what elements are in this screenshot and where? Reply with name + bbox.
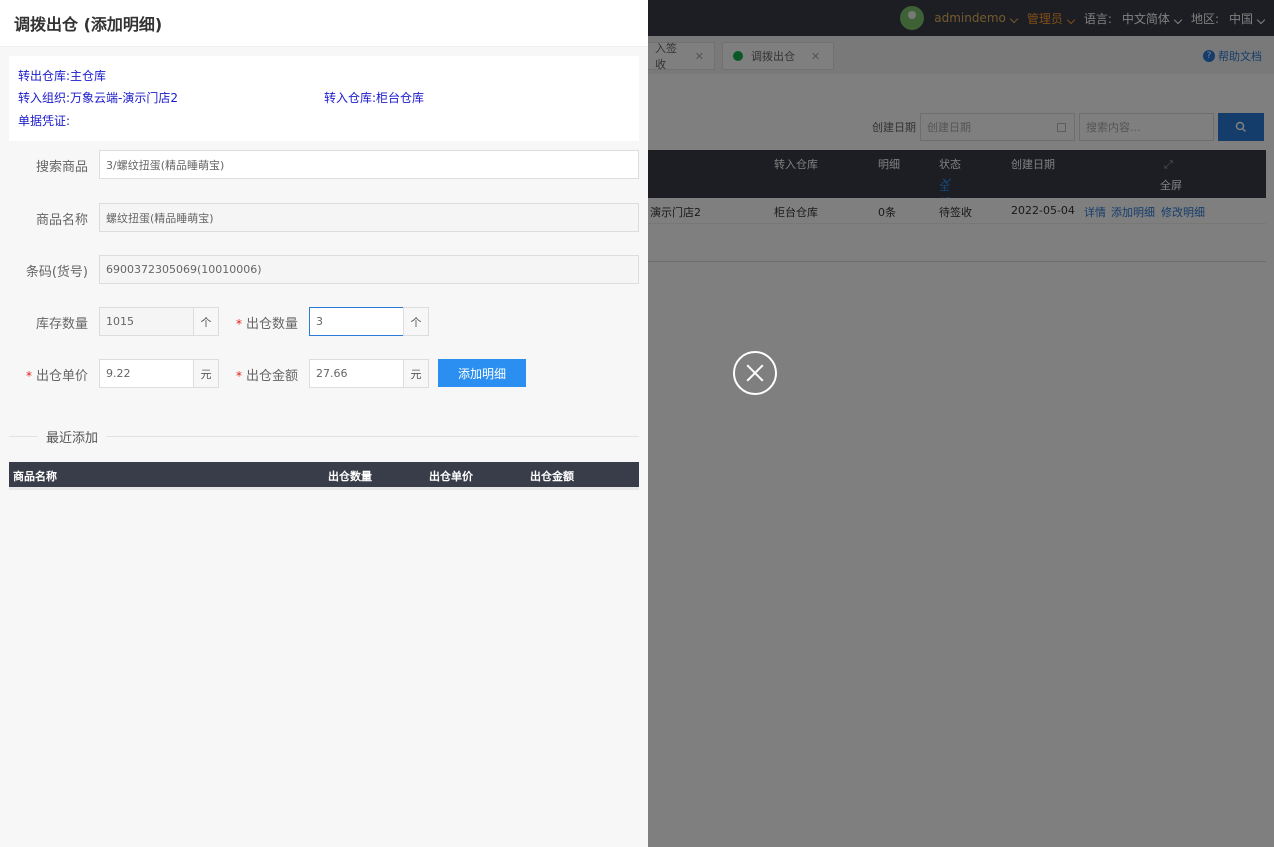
recent-table-body bbox=[9, 487, 639, 490]
stock-unit: 个 bbox=[193, 307, 219, 336]
required-mark: * bbox=[235, 317, 242, 331]
recent-title: 最近添加 bbox=[38, 427, 107, 446]
out-qty-unit: 个 bbox=[403, 307, 429, 336]
barcode-field: 6900372305069(10010006) bbox=[99, 255, 639, 284]
search-product-label: 搜索商品 bbox=[35, 160, 88, 175]
drawer-title: 调拨出仓 (添加明细) bbox=[0, 0, 648, 47]
to-warehouse-text: 转入仓库:柜台仓库 bbox=[324, 91, 425, 105]
barcode-value: 6900372305069(10010006) bbox=[106, 263, 262, 276]
out-amount-value: 27.66 bbox=[316, 367, 348, 380]
to-org-text: 转入组织:万象云端-演示门店2 bbox=[18, 91, 179, 105]
out-qty-label: * 出仓数量 bbox=[228, 313, 298, 332]
out-price-unit: 元 bbox=[193, 359, 219, 388]
col-out-price: 出仓单价 bbox=[429, 470, 473, 483]
recent-table-header: 商品名称 出仓数量 出仓单价 出仓金额 bbox=[9, 462, 639, 487]
out-price-value: 9.22 bbox=[106, 367, 131, 380]
out-amount-input[interactable]: 27.66 bbox=[309, 359, 404, 388]
out-amount-label: * 出仓金额 bbox=[228, 365, 298, 384]
voucher-text: 单据凭证: bbox=[18, 114, 71, 128]
col-product-name: 商品名称 bbox=[13, 470, 57, 483]
product-name-value: 螺纹扭蛋(精品睡萌宝) bbox=[106, 211, 214, 225]
search-product-value: 3/螺纹扭蛋(精品睡萌宝) bbox=[106, 158, 225, 172]
out-qty-label-text: 出仓数量 bbox=[245, 317, 298, 332]
out-price-input[interactable]: 9.22 bbox=[99, 359, 194, 388]
transfer-info-panel: 转出仓库:主仓库 转入组织:万象云端-演示门店2 转入仓库:柜台仓库 单据凭证: bbox=[9, 56, 639, 141]
from-warehouse-text: 转出仓库:主仓库 bbox=[18, 69, 107, 83]
out-qty-value: 3 bbox=[316, 315, 323, 328]
col-out-qty: 出仓数量 bbox=[328, 470, 372, 483]
stock-qty-label: 库存数量 bbox=[35, 317, 88, 332]
barcode-label: 条码(货号) bbox=[25, 265, 88, 280]
stock-qty-field: 1015 bbox=[99, 307, 194, 336]
out-price-label-text: 出仓单价 bbox=[35, 369, 88, 384]
required-mark: * bbox=[235, 369, 242, 383]
product-name-label: 商品名称 bbox=[35, 213, 88, 228]
stock-qty-value: 1015 bbox=[106, 315, 134, 328]
out-amount-unit: 元 bbox=[403, 359, 429, 388]
add-detail-drawer: 调拨出仓 (添加明细) 转出仓库:主仓库 转入组织:万象云端-演示门店2 转入仓… bbox=[0, 0, 648, 847]
close-drawer-icon[interactable] bbox=[733, 351, 777, 395]
out-qty-input[interactable]: 3 bbox=[309, 307, 404, 336]
out-amount-label-text: 出仓金额 bbox=[245, 369, 298, 384]
product-name-field: 螺纹扭蛋(精品睡萌宝) bbox=[99, 203, 639, 232]
add-detail-button[interactable]: 添加明细 bbox=[438, 359, 526, 387]
col-out-amount: 出仓金额 bbox=[530, 470, 574, 483]
search-product-input[interactable]: 3/螺纹扭蛋(精品睡萌宝) bbox=[99, 150, 639, 179]
out-price-label: * 出仓单价 bbox=[18, 365, 88, 384]
required-mark: * bbox=[25, 369, 32, 383]
